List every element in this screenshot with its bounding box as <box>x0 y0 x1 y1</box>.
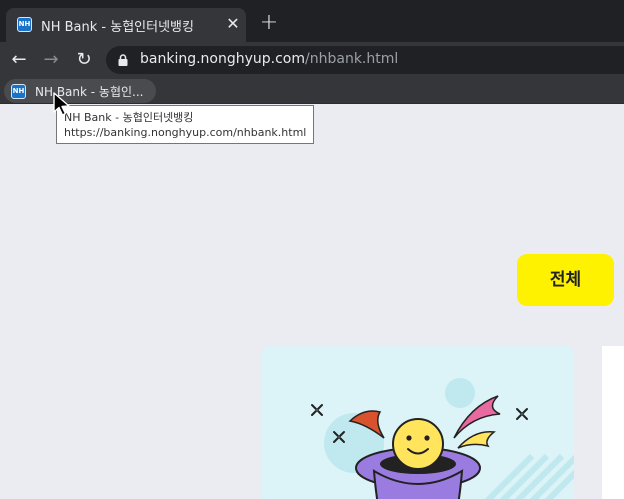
mouse-pointer-icon <box>53 92 70 116</box>
back-arrow-icon[interactable]: ← <box>7 48 31 72</box>
bookmark-tooltip: NH Bank - 농협인터넷뱅킹 https://banking.nonghy… <box>56 105 314 144</box>
bookmarks-bar: NH NH Bank - 농협인... <box>0 78 624 104</box>
browser-tab-strip: NH NH Bank - 농협인터넷뱅킹 ✕ + <box>0 0 624 42</box>
bookmark-nh-bank[interactable]: NH NH Bank - 농협인... <box>4 79 156 103</box>
close-tab-icon[interactable]: ✕ <box>223 14 243 34</box>
url-text[interactable]: banking.nonghyup.com/nhbank.html <box>140 51 398 67</box>
url-path: /nhbank.html <box>305 51 399 67</box>
background-circle-icon <box>445 378 475 408</box>
lock-icon[interactable] <box>118 54 128 66</box>
event-card[interactable] <box>262 346 574 499</box>
url-host: banking.nonghyup.com <box>140 51 306 67</box>
tooltip-title: NH Bank - 농협인터넷뱅킹 <box>64 111 194 124</box>
nh-favicon-icon: NH <box>11 84 26 99</box>
smiley-face-icon <box>392 418 444 470</box>
browser-toolbar: ← → ↻ banking.nonghyup.com/nhbank.html <box>0 42 624 78</box>
tooltip-url: https://banking.nonghyup.com/nhbank.html <box>64 126 307 139</box>
reload-icon[interactable]: ↻ <box>72 48 96 72</box>
browser-tab[interactable]: NH NH Bank - 농협인터넷뱅킹 ✕ <box>6 8 246 42</box>
address-bar[interactable]: banking.nonghyup.com/nhbank.html <box>106 46 624 74</box>
filter-all-button[interactable]: 전체 <box>517 254 614 306</box>
forward-arrow-icon[interactable]: → <box>39 48 63 72</box>
event-card-next[interactable] <box>602 346 624 499</box>
sparkle-icon <box>516 408 528 420</box>
stripes-pattern-icon <box>484 454 574 499</box>
magic-hat-illustration <box>311 378 574 499</box>
nh-favicon-icon: NH <box>17 17 32 32</box>
confetti-icon <box>457 431 496 449</box>
tab-title: NH Bank - 농협인터넷뱅킹 <box>41 20 194 35</box>
sparkle-icon <box>311 404 323 416</box>
new-tab-button[interactable]: + <box>258 12 280 34</box>
